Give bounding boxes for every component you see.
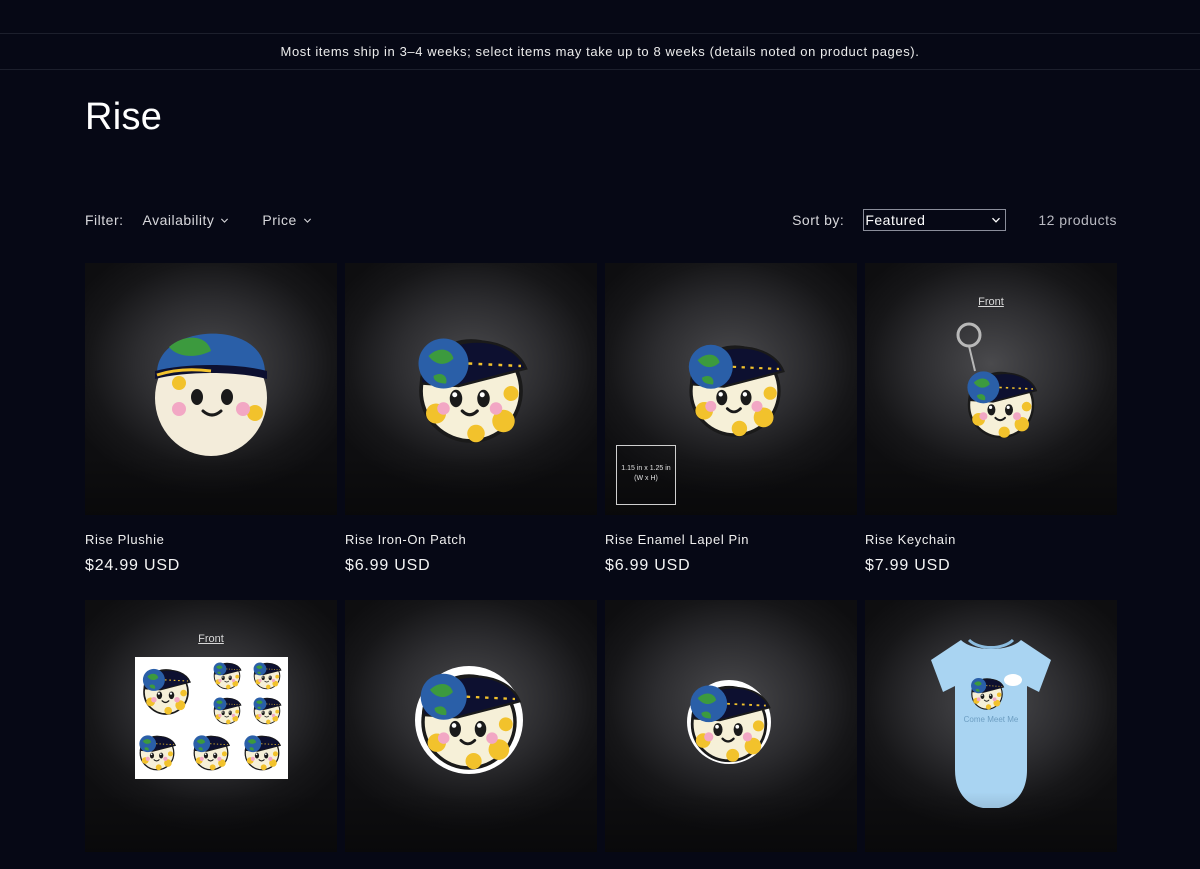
availability-filter-label: Availability bbox=[142, 212, 215, 228]
product-price: $6.99 USD bbox=[605, 557, 691, 574]
chevron-down-icon bbox=[221, 218, 229, 223]
product-card-small-sticker[interactable] bbox=[605, 600, 857, 869]
dimension-box: 1.15 in x 1.25 in (W x H) bbox=[616, 445, 676, 505]
product-card-rise-iron-on-patch[interactable]: Rise Iron-On Patch $6.99 USD bbox=[345, 263, 597, 575]
product-image[interactable] bbox=[85, 263, 337, 515]
product-price: $7.99 USD bbox=[865, 557, 951, 574]
price-filter-label: Price bbox=[262, 212, 297, 228]
product-image[interactable] bbox=[345, 263, 597, 515]
product-name[interactable]: Rise Iron-On Patch bbox=[345, 532, 597, 547]
announcement-text: Most items ship in 3–4 weeks; select ite… bbox=[280, 44, 920, 59]
onesie-text: Come Meet Me bbox=[964, 715, 1019, 724]
product-image[interactable]: Come Meet Me bbox=[865, 600, 1117, 852]
filter-sort-bar: Filter: Availability Price Sort by: Feat… bbox=[85, 208, 1117, 232]
sort-select[interactable]: Featured bbox=[863, 209, 1007, 231]
plushie-image bbox=[155, 333, 267, 456]
small-sticker-image bbox=[687, 680, 771, 764]
image-front-label: Front bbox=[978, 296, 1004, 308]
product-card-onesie[interactable]: Come Meet Me bbox=[865, 600, 1117, 869]
sort-selected-value: Featured bbox=[865, 212, 926, 228]
chevron-down-icon bbox=[992, 217, 1001, 223]
product-card-rise-keychain[interactable]: Front Rise Keychain $7.99 USD bbox=[865, 263, 1117, 575]
product-card-sticker[interactable] bbox=[345, 600, 597, 869]
product-image[interactable] bbox=[345, 600, 597, 852]
product-price: $24.99 USD bbox=[85, 557, 181, 574]
product-card-rise-enamel-lapel-pin[interactable]: 1.15 in x 1.25 in (W x H) Rise Enamel La… bbox=[605, 263, 857, 575]
availability-filter[interactable]: Availability bbox=[143, 212, 230, 228]
dimension-unit-text: (W x H) bbox=[634, 475, 658, 482]
onesie-image: Come Meet Me bbox=[931, 638, 1051, 808]
sort-label: Sort by: bbox=[792, 212, 845, 228]
product-image[interactable]: Front bbox=[865, 263, 1117, 515]
product-card-rise-plushie[interactable]: Rise Plushie $24.99 USD bbox=[85, 263, 337, 575]
sticker-image bbox=[415, 666, 523, 774]
patch-image bbox=[416, 336, 528, 445]
chevron-down-icon bbox=[303, 218, 311, 223]
top-header-bar bbox=[0, 0, 1200, 34]
announcement-bar: Most items ship in 3–4 weeks; select ite… bbox=[0, 34, 1200, 70]
product-name[interactable]: Rise Enamel Lapel Pin bbox=[605, 532, 857, 547]
page-title: Rise bbox=[85, 96, 163, 138]
price-filter[interactable]: Price bbox=[262, 212, 311, 228]
product-image[interactable]: Front bbox=[85, 600, 337, 852]
filter-label: Filter: bbox=[85, 212, 124, 228]
product-name[interactable]: Rise Plushie bbox=[85, 532, 337, 547]
product-image[interactable] bbox=[605, 600, 857, 852]
product-image[interactable]: 1.15 in x 1.25 in (W x H) bbox=[605, 263, 857, 515]
product-count: 12 products bbox=[1038, 212, 1117, 228]
product-price: $6.99 USD bbox=[345, 557, 431, 574]
dimension-text: 1.15 in x 1.25 in bbox=[621, 465, 671, 472]
image-front-label: Front bbox=[198, 633, 224, 645]
product-name[interactable]: Rise Keychain bbox=[865, 532, 1117, 547]
product-card-sticker-sheet[interactable]: Front bbox=[85, 600, 337, 869]
